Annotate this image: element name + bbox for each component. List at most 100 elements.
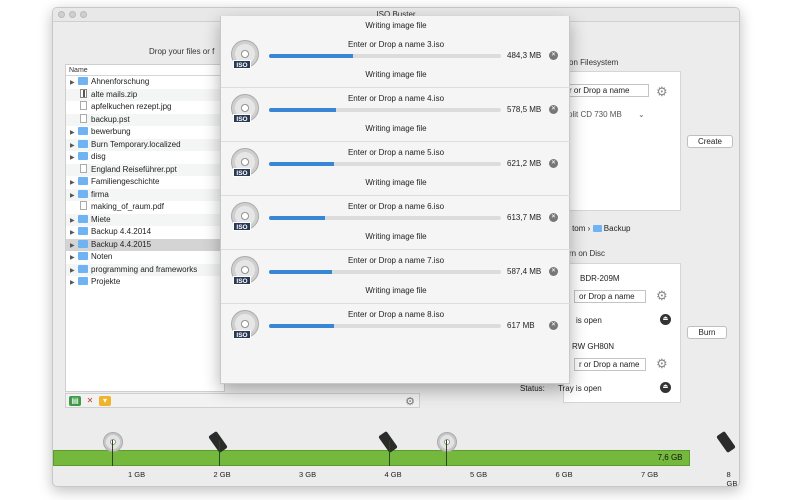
job-name[interactable]: Enter or Drop a name 8.iso — [271, 310, 521, 319]
file-list[interactable]: Name ▶ Ahnenforschung alte mails.zip apfelk… — [65, 64, 225, 392]
drop-hint: Drop your files or f — [149, 47, 215, 56]
gear-icon[interactable]: ⚙ — [405, 395, 415, 408]
burn-progress-popup: Writing image file ISO Enter or Drop a na… — [220, 16, 571, 384]
file-row[interactable]: ▶ Projekte — [66, 276, 224, 289]
breadcrumb[interactable]: ⌂ tom › Backup — [565, 224, 630, 233]
breadcrumb-folder[interactable]: Backup — [604, 224, 631, 233]
drive1-eject-icon[interactable]: ⏏ — [660, 314, 671, 325]
file-row[interactable]: England Reiseführer.ppt — [66, 163, 224, 176]
drive2-settings-icon[interactable]: ⚙ — [656, 356, 668, 372]
delete-icon[interactable]: ✕ — [84, 396, 96, 406]
file-name: Burn Temporary.localized — [91, 139, 181, 149]
progress-bar — [269, 270, 501, 274]
image-job: ISO Enter or Drop a name 5.iso 621,2 MB ✕ Wr… — [221, 142, 571, 196]
file-row[interactable]: ▶ Noten — [66, 251, 224, 264]
file-row[interactable]: apfelkuchen rezept.jpg — [66, 101, 224, 114]
cancel-icon[interactable]: ✕ — [549, 321, 558, 330]
capacity-tick: 1 GB — [128, 470, 146, 479]
file-row[interactable]: ▶ bewerbung — [66, 126, 224, 139]
minimize-window-button[interactable] — [69, 11, 76, 18]
capacity-tick: 3 GB — [299, 470, 317, 479]
burn-box: BDR-209M or Drop a name ⚙ is open ⏏ RW G… — [520, 263, 681, 403]
filesystem-settings-icon[interactable]: ⚙ — [656, 84, 668, 100]
iso-tag: ISO — [233, 60, 251, 69]
close-window-button[interactable] — [58, 11, 65, 18]
file-row[interactable]: ▶ firma — [66, 188, 224, 201]
job-name[interactable]: Enter or Drop a name 3.iso — [271, 40, 521, 49]
breadcrumb-user[interactable]: tom — [572, 224, 585, 233]
file-name: programming and frameworks — [91, 264, 198, 274]
file-name: Backup 4.4.2015 — [91, 239, 152, 249]
capacity-tick: 2 GB — [213, 470, 231, 479]
job-size: 578,5 MB — [507, 105, 542, 114]
file-icon — [80, 113, 87, 123]
basket-icon[interactable]: ▾ — [99, 395, 111, 406]
progress-fill — [269, 108, 337, 112]
column-header-name[interactable]: Name — [66, 65, 224, 76]
job-size: 617 MB — [507, 321, 535, 330]
folder-icon — [78, 214, 88, 223]
folder-icon — [78, 177, 88, 185]
job-name[interactable]: Enter or Drop a name 4.iso — [271, 94, 521, 103]
progress-fill — [269, 270, 332, 274]
filesystem-box: r or Drop a name ⚙ plit CD 730 MB ⌄ — [563, 71, 681, 211]
folder-icon — [78, 277, 88, 285]
file-name: Familiengeschichte — [91, 177, 160, 186]
capacity-tick: 7 GB — [641, 470, 659, 479]
job-name[interactable]: Enter or Drop a name 7.iso — [271, 256, 521, 265]
file-row[interactable]: ▶ Burn Temporary.localized — [66, 138, 224, 151]
job-name[interactable]: Enter or Drop a name 5.iso — [271, 148, 521, 157]
image-job: ISO Enter or Drop a name 3.iso 484,3 MB ✕ Wr… — [221, 34, 571, 88]
burn-button[interactable]: Burn — [687, 326, 727, 339]
file-row[interactable]: ▶ Backup 4.4.2015 — [66, 238, 224, 251]
filesystem-name-field[interactable]: r or Drop a name — [564, 84, 649, 97]
file-name: alte mails.zip — [91, 89, 138, 99]
capacity-marker — [389, 440, 390, 466]
file-name: apfelkuchen rezept.jpg — [91, 102, 172, 111]
progress-fill — [269, 54, 353, 58]
drive1-status: is open — [576, 316, 602, 325]
create-button[interactable]: Create — [687, 135, 733, 148]
folder-icon — [78, 77, 88, 85]
file-name: Ahnenforschung — [91, 77, 150, 86]
file-name: Projekte — [91, 277, 121, 286]
file-row[interactable]: ▶ disg — [66, 151, 224, 164]
file-row[interactable]: ▶ Ahnenforschung — [66, 76, 224, 89]
file-row[interactable]: ▶ Backup 4.4.2014 — [66, 226, 224, 239]
file-row[interactable]: making_of_raum.pdf — [66, 201, 224, 214]
cancel-icon[interactable]: ✕ — [549, 51, 558, 60]
file-rows: ▶ Ahnenforschung alte mails.zip apfelkuchen… — [66, 76, 224, 289]
disc-icon — [103, 432, 123, 452]
separator — [221, 87, 571, 88]
job-size: 484,3 MB — [507, 51, 542, 60]
capacity-tick: 4 GB — [384, 470, 402, 479]
cancel-icon[interactable]: ✕ — [549, 267, 558, 276]
folder-icon — [78, 264, 88, 273]
file-row[interactable]: alte mails.zip — [66, 88, 224, 101]
file-name: backup.pst — [91, 114, 130, 124]
folder-icon — [78, 239, 88, 248]
drive1-settings-icon[interactable]: ⚙ — [656, 288, 668, 304]
job-status: Writing image file — [365, 70, 427, 79]
cancel-icon[interactable]: ✕ — [549, 105, 558, 114]
file-row[interactable]: backup.pst — [66, 113, 224, 126]
drive2-name-field[interactable]: r or Drop a name — [574, 358, 646, 371]
drive2-status-label: Status: — [520, 384, 545, 393]
file-row[interactable]: ▶ programming and frameworks — [66, 263, 224, 276]
drive2-eject-icon[interactable]: ⏏ — [660, 382, 671, 393]
cancel-icon[interactable]: ✕ — [549, 213, 558, 222]
file-name: making_of_raum.pdf — [91, 202, 164, 211]
split-select[interactable]: plit CD 730 MB — [564, 109, 649, 122]
file-row[interactable]: ▶ Familiengeschichte — [66, 176, 224, 189]
drive1-name-field[interactable]: or Drop a name — [574, 290, 646, 303]
job-name[interactable]: Enter or Drop a name 6.iso — [271, 202, 521, 211]
file-row[interactable]: ▶ Miete — [66, 213, 224, 226]
progress-bar — [269, 216, 501, 220]
separator — [221, 303, 571, 304]
chevron-right-icon: › — [587, 224, 593, 233]
file-icon — [80, 201, 87, 210]
add-folder-icon[interactable]: ▤ — [69, 395, 81, 406]
disclosure-triangle-icon[interactable]: ▶ — [70, 277, 78, 290]
cancel-icon[interactable]: ✕ — [549, 159, 558, 168]
zoom-window-button[interactable] — [80, 11, 87, 18]
